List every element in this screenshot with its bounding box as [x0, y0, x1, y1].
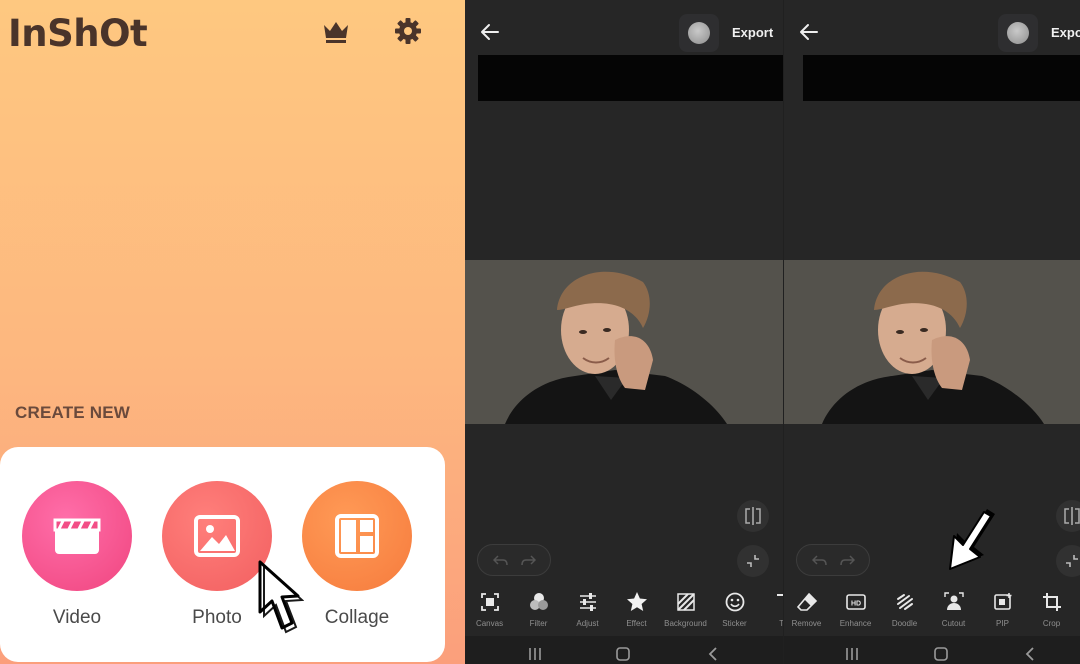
recents-icon[interactable] — [525, 646, 545, 662]
mouse-cursor-icon — [252, 556, 305, 636]
tool-cutout[interactable]: Cutout — [929, 584, 978, 636]
ad-banner — [803, 55, 1080, 101]
export-button[interactable]: Export — [732, 25, 773, 40]
doodle-icon — [894, 591, 916, 613]
text-icon — [773, 591, 783, 613]
export-button[interactable]: Export — [1051, 25, 1080, 40]
tool-doodle[interactable]: Doodle — [880, 584, 929, 636]
video-button[interactable]: Video — [22, 481, 132, 629]
gear-icon[interactable] — [393, 16, 423, 46]
home-icon[interactable] — [613, 646, 633, 662]
tool-adjust[interactable]: Adjust — [563, 584, 612, 636]
layout-icon[interactable] — [302, 481, 412, 591]
editor-topbar: Export — [465, 0, 783, 56]
undo-icon[interactable] — [492, 554, 508, 566]
tool-remove[interactable]: Remove — [784, 584, 831, 636]
crop-icon — [1041, 591, 1063, 613]
tool-canvas[interactable]: Canvas — [465, 584, 514, 636]
editor-toolbar: Remove HD Enhance Doodle Cutout PIP Crop — [784, 584, 1076, 636]
video-label: Video — [52, 607, 102, 628]
sliders-icon — [577, 591, 599, 613]
back-arrow-icon[interactable] — [480, 22, 500, 42]
clapperboard-icon[interactable] — [22, 481, 132, 591]
app-logo: InShOt — [8, 12, 148, 55]
eraser-icon — [796, 591, 818, 613]
crown-icon[interactable] — [321, 16, 351, 46]
collapse-icon[interactable] — [737, 545, 769, 577]
tool-background[interactable]: Background — [661, 584, 710, 636]
tool-pip[interactable]: PIP — [978, 584, 1027, 636]
editor-toolbar: Canvas Filter Adjust Effect Background S… — [465, 584, 783, 636]
editor-topbar: Export — [784, 0, 1080, 56]
recents-icon[interactable] — [842, 646, 862, 662]
hd-icon: HD — [845, 591, 867, 613]
photo-preview — [465, 260, 783, 424]
compare-icon[interactable] — [1056, 500, 1080, 532]
filter-icon — [528, 591, 550, 613]
photo-editor-a: Export Canvas Filter Adjust Effect Backg… — [465, 0, 783, 664]
collage-button[interactable]: Collage — [302, 481, 412, 629]
undo-redo-group — [796, 544, 870, 576]
avatar-icon[interactable] — [998, 14, 1038, 52]
home-screen: InShOt CREATE NEW Video Photo Collage — [0, 0, 465, 664]
tool-enhance[interactable]: HD Enhance — [831, 584, 880, 636]
ad-banner — [478, 55, 783, 101]
portrait-image — [465, 260, 783, 424]
tool-crop[interactable]: Crop — [1027, 584, 1076, 636]
photo-preview — [784, 260, 1080, 424]
canvas-icon — [479, 591, 501, 613]
compare-icon[interactable] — [737, 500, 769, 532]
tool-effect[interactable]: Effect — [612, 584, 661, 636]
collapse-icon[interactable] — [1056, 545, 1080, 577]
back-arrow-icon[interactable] — [799, 22, 819, 42]
pointer-arrow-icon — [947, 503, 1002, 573]
tool-filter[interactable]: Filter — [514, 584, 563, 636]
pip-icon — [992, 591, 1014, 613]
star-icon — [626, 591, 648, 613]
undo-redo-group — [477, 544, 551, 576]
svg-text:HD: HD — [850, 601, 860, 608]
create-card: Video Photo Collage — [0, 447, 445, 662]
redo-icon[interactable] — [839, 554, 855, 566]
system-nav-bar — [465, 636, 783, 664]
create-new-heading: CREATE NEW — [15, 403, 131, 422]
system-nav-bar — [784, 636, 1080, 664]
nav-back-icon[interactable] — [703, 646, 723, 662]
home-icon[interactable] — [931, 646, 951, 662]
nav-back-icon[interactable] — [1020, 646, 1040, 662]
smiley-icon — [724, 591, 746, 613]
undo-icon[interactable] — [811, 554, 827, 566]
person-cutout-icon — [943, 591, 965, 613]
collage-label: Collage — [324, 607, 390, 628]
hatch-icon — [675, 591, 697, 613]
photo-editor-b: Export Remove HD Enhance — [783, 0, 1080, 664]
redo-icon[interactable] — [520, 554, 536, 566]
avatar-icon[interactable] — [679, 14, 719, 52]
tool-text[interactable]: Te — [759, 584, 783, 636]
tool-sticker[interactable]: Sticker — [710, 584, 759, 636]
portrait-image — [784, 260, 1080, 424]
